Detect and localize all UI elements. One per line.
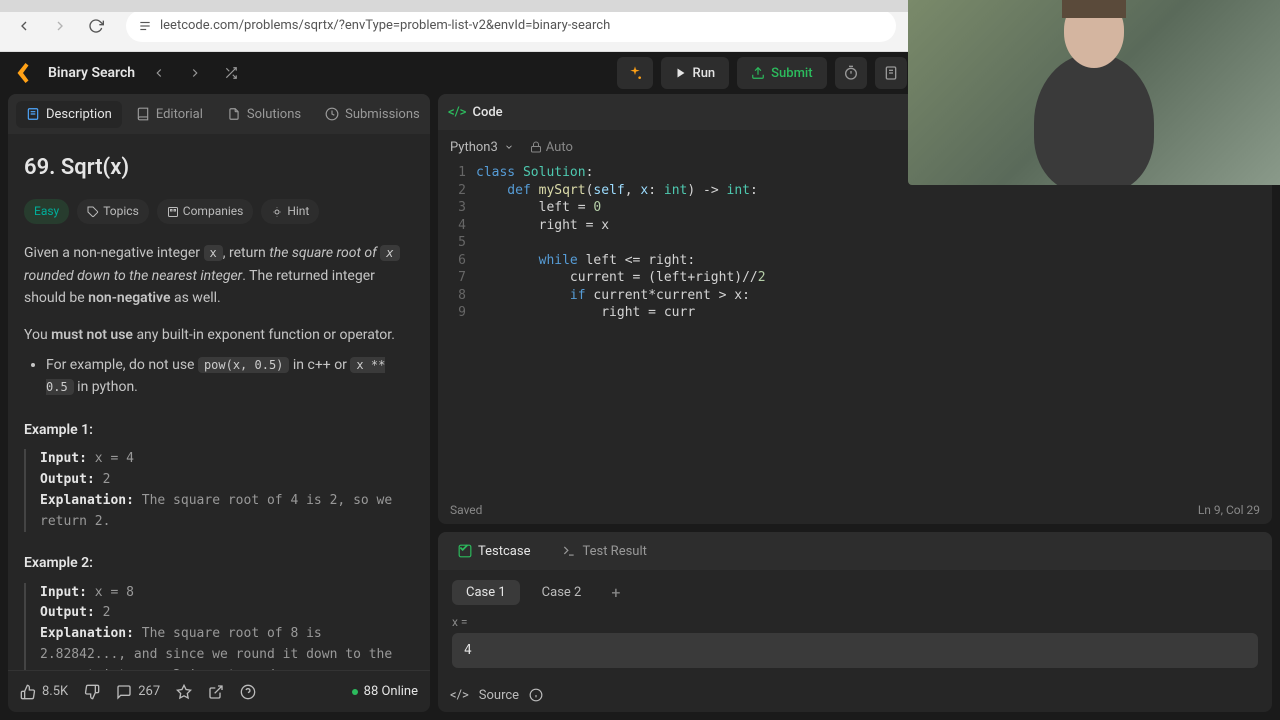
code-lines[interactable]: class Solution: def mySqrt(self, x: int)… [476, 164, 1272, 496]
help-button[interactable] [240, 684, 256, 700]
code-header-label: Code [472, 105, 502, 120]
language-select[interactable]: Python3 [450, 140, 514, 155]
add-case-button[interactable]: + [603, 583, 628, 602]
tags-row: Easy Topics Companies Hint [24, 199, 414, 224]
online-dot-icon [352, 689, 358, 695]
test-header: Testcase Test Result [438, 532, 1272, 570]
submit-label: Submit [771, 66, 812, 81]
desc-paragraph-1: Given a non-negative integer x, return t… [24, 242, 414, 309]
case-input[interactable]: 4 [452, 633, 1258, 668]
site-settings-icon[interactable] [138, 19, 152, 33]
next-problem-button[interactable] [183, 61, 207, 85]
companies-tag[interactable]: Companies [157, 199, 254, 224]
desc-list: For example, do not use pow(x, 0.5) in c… [24, 354, 414, 399]
dislike-button[interactable] [84, 684, 100, 700]
tab-editorial[interactable]: Editorial [126, 101, 213, 128]
tab-description[interactable]: Description [16, 101, 122, 128]
source-help-icon[interactable] [529, 688, 543, 702]
tab-editorial-label: Editorial [156, 107, 203, 122]
code-editor[interactable]: 1 2 3 4 5 6 7 8 9 class Solution: def my… [438, 164, 1272, 496]
difficulty-badge: Easy [24, 199, 69, 224]
back-button[interactable] [10, 12, 38, 40]
tab-solutions-label: Solutions [247, 107, 301, 122]
gutter: 1 2 3 4 5 6 7 8 9 [438, 164, 476, 496]
notes-button[interactable] [875, 57, 907, 89]
star-button[interactable] [176, 684, 192, 700]
tab-testcase[interactable]: Testcase [448, 539, 540, 564]
case-tab-1[interactable]: Case 1 [452, 580, 520, 605]
shuffle-button[interactable] [219, 61, 243, 85]
panel-tabs: Description Editorial Solutions Submissi… [8, 94, 430, 134]
webcam-overlay [908, 0, 1280, 185]
run-label: Run [693, 66, 716, 81]
case-tabs: Case 1 Case 2 + [438, 570, 1272, 615]
description-body[interactable]: 69. Sqrt(x) Easy Topics Companies Hint [8, 134, 430, 670]
tab-solutions[interactable]: Solutions [217, 101, 311, 128]
description-footer: 8.5K 267 [8, 670, 430, 712]
url-text: leetcode.com/problems/sqrtx/?envType=pro… [160, 18, 610, 33]
problem-title: 69. Sqrt(x) [24, 150, 414, 185]
online-count: 88 Online [352, 684, 418, 699]
comments-button[interactable]: 267 [116, 684, 160, 700]
hint-tag[interactable]: Hint [261, 199, 319, 224]
leetcode-logo-icon[interactable] [12, 61, 36, 85]
topics-tag[interactable]: Topics [77, 199, 149, 224]
case-var-label: x = [452, 615, 1258, 629]
webcam-person [1034, 53, 1154, 186]
source-angle-icon: </> [450, 688, 469, 703]
example-2-label: Example 2: [24, 552, 414, 574]
timer-button[interactable] [835, 57, 867, 89]
tab-submissions-label: Submissions [345, 107, 420, 122]
tab-description-label: Description [46, 107, 112, 122]
ai-sparkle-button[interactable] [617, 57, 653, 89]
cursor-position: Ln 9, Col 29 [1198, 503, 1260, 517]
like-button[interactable]: 8.5K [20, 684, 68, 700]
case-body: x = 4 [438, 615, 1272, 668]
code-footer: Saved Ln 9, Col 29 [438, 496, 1272, 524]
run-button[interactable]: Run [661, 57, 730, 89]
example-1-block: Input: x = 4 Output: 2 Explanation: The … [24, 449, 414, 532]
testcase-panel: Testcase Test Result Case 1 Case 2 + x =… [438, 532, 1272, 712]
code-angle-icon: </> [448, 105, 466, 120]
submit-button[interactable]: Submit [737, 57, 826, 89]
prev-problem-button[interactable] [147, 61, 171, 85]
tab-submissions[interactable]: Submissions [315, 101, 430, 128]
share-button[interactable] [208, 684, 224, 700]
desc-paragraph-2: You must not use any built-in exponent f… [24, 324, 414, 346]
test-footer: </> Source [438, 678, 1272, 712]
reload-button[interactable] [82, 12, 110, 40]
tab-test-result[interactable]: Test Result [552, 539, 656, 564]
example-2-block: Input: x = 8 Output: 2 Explanation: The … [24, 583, 414, 670]
case-tab-2[interactable]: Case 2 [528, 580, 596, 605]
auto-toggle[interactable]: Auto [530, 140, 573, 155]
forward-button[interactable] [46, 12, 74, 40]
saved-status: Saved [450, 503, 482, 517]
description-panel: Description Editorial Solutions Submissi… [8, 94, 430, 712]
problem-list-name[interactable]: Binary Search [48, 65, 135, 81]
url-bar[interactable]: leetcode.com/problems/sqrtx/?envType=pro… [126, 10, 896, 42]
source-label[interactable]: Source [479, 688, 519, 703]
example-1-label: Example 1: [24, 419, 414, 441]
